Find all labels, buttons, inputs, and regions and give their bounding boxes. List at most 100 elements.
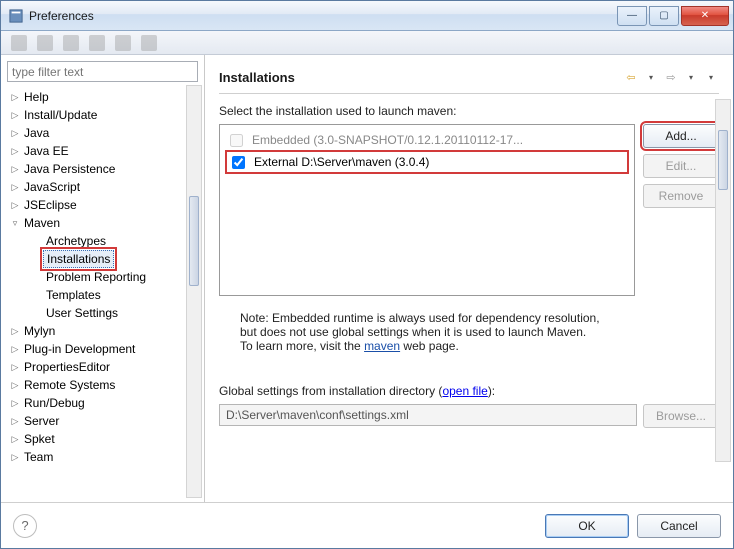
toolbar-icon xyxy=(63,35,79,51)
expand-closed-icon[interactable]: ▷ xyxy=(9,200,21,211)
expand-closed-icon[interactable]: ▷ xyxy=(9,380,21,391)
separator xyxy=(219,93,719,94)
tree-item[interactable]: ▷Spket xyxy=(1,430,204,448)
browse-button[interactable]: Browse... xyxy=(643,404,719,428)
tree-item[interactable]: ▷Remote Systems xyxy=(1,376,204,394)
tree-item-label: Remote Systems xyxy=(21,377,118,393)
tree-item-label: JavaScript xyxy=(21,179,83,195)
tree-child-item[interactable]: Problem Reporting xyxy=(1,268,204,286)
tree-item[interactable]: ▷Install/Update xyxy=(1,106,204,124)
tree-scrollbar[interactable] xyxy=(186,85,202,498)
tree-item[interactable]: ▷Java xyxy=(1,124,204,142)
tree-child-item[interactable]: Templates xyxy=(1,286,204,304)
select-install-label: Select the installation used to launch m… xyxy=(219,104,719,118)
edit-button[interactable]: Edit... xyxy=(643,154,719,178)
tree-item[interactable]: ▷Java EE xyxy=(1,142,204,160)
scrollbar-thumb[interactable] xyxy=(718,130,728,190)
filter-input[interactable] xyxy=(7,61,198,82)
tree-item-label: Help xyxy=(21,89,52,105)
view-menu-icon[interactable]: ▾ xyxy=(703,69,719,85)
tree-item[interactable]: ▷Team xyxy=(1,448,204,466)
toolbar-icon xyxy=(115,35,131,51)
ok-button[interactable]: OK xyxy=(545,514,629,538)
back-menu-icon[interactable]: ▾ xyxy=(643,69,659,85)
expand-closed-icon[interactable]: ▷ xyxy=(9,164,21,175)
dialog-footer: ? OK Cancel xyxy=(1,502,733,548)
tree-item[interactable]: ▷Run/Debug xyxy=(1,394,204,412)
tree-child-item[interactable]: Archetypes xyxy=(1,232,204,250)
tree-child-item[interactable]: User Settings xyxy=(1,304,204,322)
cancel-button[interactable]: Cancel xyxy=(637,514,721,538)
expand-closed-icon[interactable]: ▷ xyxy=(9,92,21,103)
tree-item[interactable]: ▷Help xyxy=(1,88,204,106)
expand-closed-icon[interactable]: ▷ xyxy=(9,416,21,427)
tree-item[interactable]: ▷Mylyn xyxy=(1,322,204,340)
preferences-tree[interactable]: ▷Help▷Install/Update▷Java▷Java EE▷Java P… xyxy=(1,88,204,502)
app-icon xyxy=(9,9,23,23)
tree-item-label: Server xyxy=(21,413,62,429)
maximize-button[interactable]: ▢ xyxy=(649,6,679,26)
toolbar-icon xyxy=(37,35,53,51)
tree-child-item[interactable]: Installations xyxy=(1,250,204,268)
tree-item[interactable]: ▷JSEclipse xyxy=(1,196,204,214)
tree-item-label: PropertiesEditor xyxy=(21,359,113,375)
page-title: Installations xyxy=(219,70,623,85)
dialog-body: ▷Help▷Install/Update▷Java▷Java EE▷Java P… xyxy=(1,55,733,502)
tree-item-label: Java EE xyxy=(21,143,72,159)
expand-closed-icon[interactable]: ▷ xyxy=(9,344,21,355)
installation-item[interactable]: External D:\Server\maven (3.0.4) xyxy=(226,151,628,173)
scrollbar-thumb[interactable] xyxy=(189,196,199,286)
tree-item[interactable]: ▷Server xyxy=(1,412,204,430)
add-button[interactable]: Add... xyxy=(643,124,719,148)
toolbar-icon xyxy=(89,35,105,51)
right-scrollbar[interactable] xyxy=(715,99,731,462)
back-icon[interactable]: ⇦ xyxy=(623,69,639,85)
window-controls: — ▢ ✕ xyxy=(615,6,729,26)
tree-item-label: Problem Reporting xyxy=(43,269,149,285)
maven-link[interactable]: maven xyxy=(364,339,400,353)
installation-item[interactable]: Embedded (3.0-SNAPSHOT/0.12.1.20110112-1… xyxy=(226,129,628,151)
installation-label: External D:\Server\maven (3.0.4) xyxy=(254,155,429,169)
global-settings-label: Global settings from installation direct… xyxy=(219,384,719,398)
window-title: Preferences xyxy=(29,9,615,23)
expand-closed-icon[interactable]: ▷ xyxy=(9,182,21,193)
installations-list[interactable]: Embedded (3.0-SNAPSHOT/0.12.1.20110112-1… xyxy=(219,124,635,296)
titlebar: Preferences — ▢ ✕ xyxy=(1,1,733,31)
tree-item-label: Maven xyxy=(21,215,63,231)
open-file-link[interactable]: open file xyxy=(442,384,487,398)
expand-open-icon[interactable]: ▿ xyxy=(9,218,21,229)
left-pane: ▷Help▷Install/Update▷Java▷Java EE▷Java P… xyxy=(1,55,205,502)
toolbar-icon xyxy=(141,35,157,51)
tree-item-label: Java Persistence xyxy=(21,161,118,177)
toolbar-strip xyxy=(1,31,733,55)
installation-checkbox[interactable] xyxy=(232,156,245,169)
installation-label: Embedded (3.0-SNAPSHOT/0.12.1.20110112-1… xyxy=(252,133,523,147)
forward-menu-icon[interactable]: ▾ xyxy=(683,69,699,85)
expand-closed-icon[interactable]: ▷ xyxy=(9,326,21,337)
tree-item[interactable]: ▷Plug-in Development xyxy=(1,340,204,358)
tree-item[interactable]: ▷Java Persistence xyxy=(1,160,204,178)
help-icon[interactable]: ? xyxy=(13,514,37,538)
tree-item-label: Archetypes xyxy=(43,233,109,249)
remove-button[interactable]: Remove xyxy=(643,184,719,208)
expand-closed-icon[interactable]: ▷ xyxy=(9,452,21,463)
tree-item-label: Plug-in Development xyxy=(21,341,138,357)
tree-item[interactable]: ▷PropertiesEditor xyxy=(1,358,204,376)
tree-item[interactable]: ▿Maven xyxy=(1,214,204,232)
expand-closed-icon[interactable]: ▷ xyxy=(9,128,21,139)
expand-closed-icon[interactable]: ▷ xyxy=(9,362,21,373)
tree-item-label: Templates xyxy=(43,287,104,303)
tree-item[interactable]: ▷JavaScript xyxy=(1,178,204,196)
tree-item-label: Run/Debug xyxy=(21,395,88,411)
expand-closed-icon[interactable]: ▷ xyxy=(9,434,21,445)
minimize-button[interactable]: — xyxy=(617,6,647,26)
expand-closed-icon[interactable]: ▷ xyxy=(9,146,21,157)
tree-item-label: Spket xyxy=(21,431,58,447)
tree-item-label: User Settings xyxy=(43,305,121,321)
forward-icon[interactable]: ⇨ xyxy=(663,69,679,85)
close-button[interactable]: ✕ xyxy=(681,6,729,26)
note-text: Note: Embedded runtime is always used fo… xyxy=(219,304,719,364)
expand-closed-icon[interactable]: ▷ xyxy=(9,110,21,121)
tree-item-label: Java xyxy=(21,125,52,141)
expand-closed-icon[interactable]: ▷ xyxy=(9,398,21,409)
